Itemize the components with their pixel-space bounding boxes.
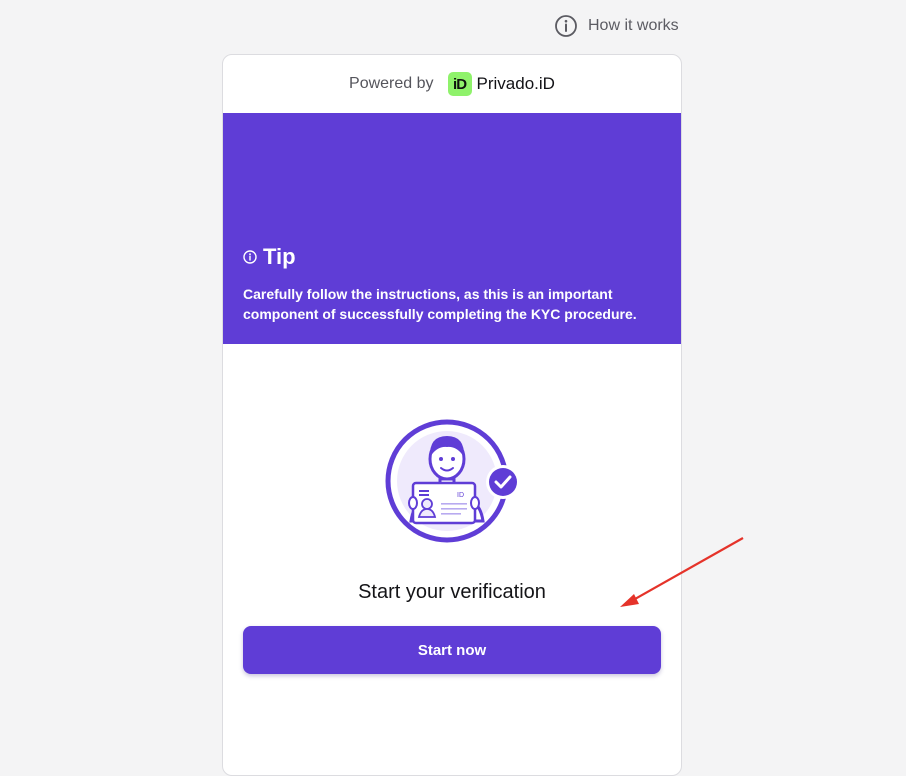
info-circle-icon xyxy=(554,14,578,38)
info-icon xyxy=(243,244,257,270)
start-now-button[interactable]: Start now xyxy=(243,626,661,674)
verification-card: Powered by iD Privado.iD Tip Carefully f… xyxy=(222,54,682,776)
how-it-works-label: How it works xyxy=(588,17,679,34)
privado-brand: iD Privado.iD xyxy=(447,72,555,96)
tip-title: Tip xyxy=(263,244,296,269)
annotation-arrow-icon xyxy=(620,537,744,607)
powered-by-label: Powered by xyxy=(349,75,434,92)
tip-title-row: Tip xyxy=(243,244,296,270)
how-it-works-link[interactable]: How it works xyxy=(554,13,679,39)
privado-logo-icon: iD xyxy=(447,72,472,96)
card-id-label: ID xyxy=(457,492,464,499)
tip-banner: Tip Carefully follow the instructions, a… xyxy=(223,113,681,344)
powered-by-bar: Powered by iD Privado.iD xyxy=(223,55,681,113)
brand-name: Privado.iD xyxy=(476,74,555,93)
id-card-verification-illustration: ID xyxy=(383,417,523,550)
tip-text: Carefully follow the instructions, as th… xyxy=(243,286,637,322)
